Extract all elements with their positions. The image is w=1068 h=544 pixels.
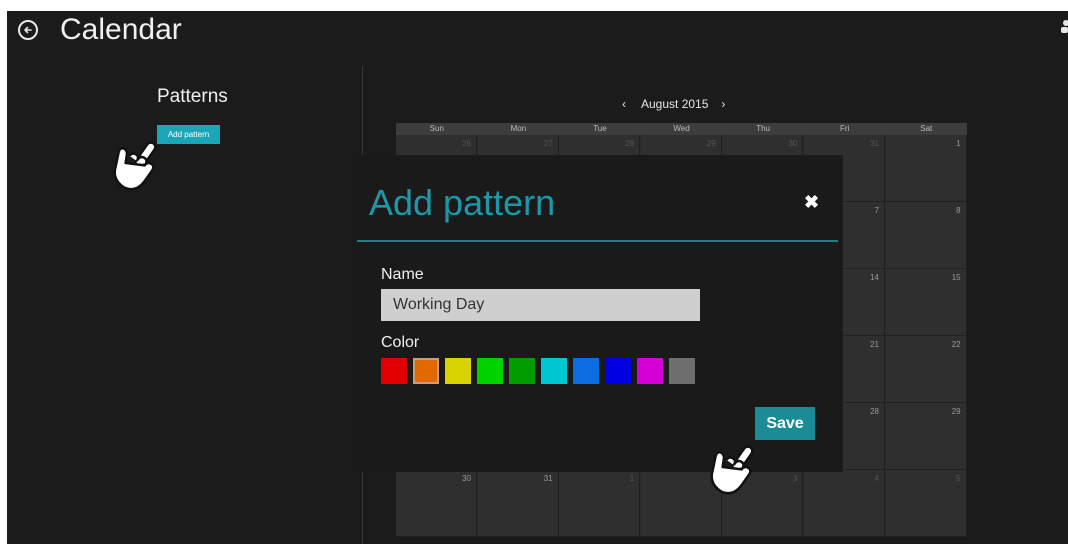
add-pattern-dialog: Add pattern ✖ Name Color Save — [352, 155, 843, 472]
month-label: August 2015 — [641, 97, 709, 111]
color-swatch[interactable] — [541, 358, 567, 384]
month-navigation: ‹ August 2015 › — [617, 97, 747, 111]
color-label: Color — [381, 334, 420, 351]
dialog-divider — [357, 240, 838, 242]
calendar-day-cell[interactable]: 1 — [885, 135, 967, 202]
add-pattern-button[interactable]: Add pattern — [157, 125, 220, 144]
calendar-day-cell[interactable]: 1 — [559, 470, 641, 537]
name-label: Name — [381, 266, 424, 283]
weekday-header: Sun Mon Tue Wed Thu Fri Sat — [396, 123, 967, 135]
day-number: 31 — [870, 139, 879, 148]
day-number: 1 — [629, 474, 635, 483]
day-number: 29 — [951, 407, 961, 416]
calendar-day-cell[interactable]: 15 — [885, 269, 967, 336]
day-number: 22 — [951, 340, 961, 349]
save-button[interactable]: Save — [755, 407, 815, 440]
weekday-label: Thu — [756, 124, 770, 133]
calendar-day-cell[interactable]: 30 — [396, 470, 477, 537]
color-swatch[interactable] — [605, 358, 631, 384]
color-swatch[interactable] — [573, 358, 599, 384]
calendar-day-cell[interactable]: 8 — [885, 202, 967, 269]
calendar-app: Calendar Patterns Add pattern ‹ August 2… — [7, 11, 1068, 544]
color-swatch[interactable] — [637, 358, 663, 384]
color-swatch[interactable] — [413, 358, 439, 384]
weekday-label: Tue — [593, 124, 607, 133]
day-number: 14 — [870, 273, 879, 282]
weekday-label: Sat — [920, 124, 933, 133]
pointing-hand-icon — [113, 141, 157, 191]
calendar-day-cell[interactable]: 31 — [477, 470, 559, 537]
weekday-label: Mon — [510, 124, 527, 133]
color-swatch[interactable] — [477, 358, 503, 384]
day-number: 30 — [788, 139, 798, 148]
pointing-hand-icon — [710, 445, 754, 495]
patterns-heading: Patterns — [157, 86, 228, 107]
day-number: 29 — [706, 139, 716, 148]
close-icon[interactable]: ✖ — [804, 192, 819, 213]
day-number: 4 — [874, 474, 879, 483]
day-number: 7 — [874, 206, 879, 215]
day-number: 28 — [870, 407, 879, 416]
day-number: 31 — [543, 474, 553, 483]
name-input[interactable] — [381, 289, 700, 321]
day-number: 30 — [462, 474, 471, 483]
day-number: 28 — [625, 139, 635, 148]
color-swatch[interactable] — [509, 358, 535, 384]
calendar-day-cell[interactable]: 4 — [804, 470, 885, 537]
next-month-button[interactable]: › — [716, 97, 730, 111]
back-arrow-icon[interactable] — [18, 20, 38, 40]
day-number: 1 — [956, 139, 961, 148]
day-number: 21 — [870, 340, 879, 349]
weekday-label: Sun — [429, 124, 444, 133]
prev-month-button[interactable]: ‹ — [617, 97, 631, 111]
calendar-day-cell[interactable]: 22 — [885, 336, 967, 403]
day-number: 3 — [792, 474, 798, 483]
color-picker — [381, 358, 701, 384]
page-title: Calendar — [60, 13, 182, 46]
color-swatch[interactable] — [381, 358, 407, 384]
calendar-day-cell[interactable]: 5 — [885, 470, 967, 537]
day-number: 8 — [956, 206, 961, 215]
day-number: 27 — [543, 139, 553, 148]
day-number: 5 — [956, 474, 961, 483]
color-swatch[interactable] — [445, 358, 471, 384]
calendar-day-cell[interactable]: 29 — [885, 403, 967, 470]
weekday-label: Fri — [840, 124, 850, 133]
day-number: 15 — [951, 273, 961, 282]
color-swatch[interactable] — [669, 358, 695, 384]
day-number: 26 — [462, 139, 471, 148]
weekday-label: Wed — [673, 124, 690, 133]
dialog-title: Add pattern — [369, 182, 556, 223]
user-icon[interactable] — [1060, 19, 1068, 33]
